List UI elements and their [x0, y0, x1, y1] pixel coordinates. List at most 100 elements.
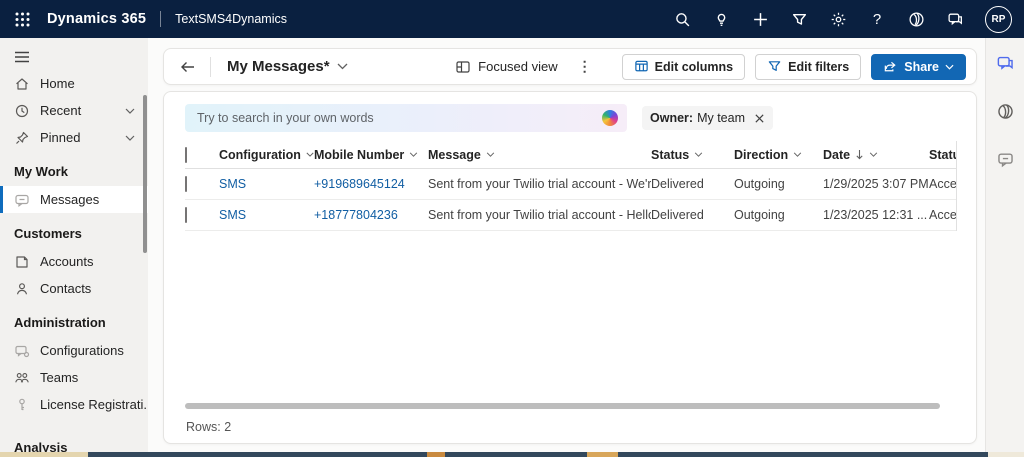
sidebar-item-configurations[interactable]: Configurations — [0, 337, 148, 364]
chevron-down-icon — [337, 63, 348, 70]
copilot-icon[interactable] — [602, 110, 618, 126]
column-label: Message — [428, 147, 481, 162]
page-title: My Messages* — [227, 58, 330, 75]
chevron-down-icon[interactable] — [125, 108, 135, 114]
owner-filter-tag[interactable]: Owner: My team — [642, 106, 773, 130]
taskbar-segment — [988, 452, 1024, 457]
taskbar-segment — [587, 452, 618, 457]
sidebar-item-recent[interactable]: Recent — [0, 97, 148, 124]
license-key-icon — [14, 397, 30, 413]
edit-filters-icon — [768, 61, 781, 71]
column-header-status[interactable]: Status — [651, 148, 734, 162]
taskbar-sliver — [0, 452, 1024, 457]
edit-columns-button[interactable]: Edit columns — [621, 53, 746, 80]
edit-columns-icon — [634, 60, 648, 72]
sidebar-item-contacts[interactable]: Contacts — [0, 275, 148, 302]
command-bar-actions: Focused view ⋮ Edit columns Edit filters — [455, 53, 966, 80]
back-button[interactable] — [164, 60, 210, 74]
conversations-pane-icon[interactable] — [996, 54, 1015, 73]
column-label: Direction — [734, 147, 789, 162]
row-checkbox[interactable] — [185, 207, 187, 223]
sitemap-collapse-icon[interactable] — [0, 38, 148, 70]
chevron-down-icon — [794, 152, 802, 157]
column-header-mobile-number[interactable]: Mobile Number — [314, 148, 428, 162]
chevron-down-icon — [695, 152, 703, 157]
date-cell: 1/29/2025 3:07 PM — [823, 177, 929, 191]
copilot-apps-icon[interactable] — [907, 10, 925, 28]
focused-view-label: Focused view — [478, 59, 558, 74]
mobile-number-link[interactable]: +18777804236 — [314, 208, 428, 222]
row-checkbox[interactable] — [185, 176, 187, 192]
topbar-divider — [160, 11, 162, 27]
edit-filters-button[interactable]: Edit filters — [755, 53, 862, 80]
copilot-pane-icon[interactable] — [996, 102, 1015, 121]
teams-icon — [14, 370, 30, 386]
command-bar-divider — [210, 56, 211, 77]
message-cell: Sent from your Twilio trial account - He… — [428, 208, 651, 222]
column-header-direction[interactable]: Direction — [734, 148, 823, 162]
close-icon[interactable] — [754, 113, 765, 124]
select-all-checkbox[interactable] — [185, 146, 187, 163]
sidebar-section-administration: Administration — [14, 315, 106, 330]
home-icon — [14, 76, 30, 92]
left-sidebar: Home Recent Pinned My Work Messages Cust… — [0, 38, 148, 452]
sidebar-item-home[interactable]: Home — [0, 70, 148, 97]
taskbar-segment — [88, 452, 427, 457]
help-icon[interactable]: ? — [868, 10, 886, 28]
column-header-date[interactable]: Date — [823, 148, 929, 162]
sidebar-item-label: Pinned — [40, 130, 81, 145]
column-label: Configuration — [219, 147, 301, 162]
sidebar-item-label: Home — [40, 76, 75, 91]
filter-tag-value: My team — [697, 111, 745, 125]
chevron-down-icon[interactable] — [125, 135, 135, 141]
view-selector[interactable]: My Messages* — [227, 58, 348, 75]
sidebar-item-license-registration[interactable]: License Registrati... — [0, 391, 148, 418]
app-subtitle[interactable]: TextSMS4Dynamics — [175, 12, 287, 26]
direction-cell: Outgoing — [734, 177, 785, 191]
column-header-configuration[interactable]: Configuration — [219, 148, 314, 162]
user-avatar[interactable]: RP — [985, 5, 1012, 33]
lightbulb-icon[interactable] — [712, 10, 730, 28]
more-commands-button[interactable]: ⋮ — [574, 58, 596, 75]
app-title[interactable]: Dynamics 365 — [47, 11, 146, 27]
waffle-menu-icon[interactable] — [15, 12, 30, 27]
column-header-message[interactable]: Message — [428, 148, 651, 162]
status-reason-cell: Accepted — [929, 208, 957, 222]
chevron-down-icon — [486, 152, 494, 157]
column-header-status-reason[interactable]: Status — [929, 148, 956, 162]
focused-view-button[interactable]: Focused view — [455, 59, 558, 75]
sidebar-section-analysis: Analysis — [14, 440, 68, 452]
edit-filters-label: Edit filters — [788, 59, 850, 74]
share-icon — [884, 61, 896, 72]
share-label: Share — [904, 59, 939, 74]
sidebar-item-accounts[interactable]: Accounts — [0, 248, 148, 275]
accounts-icon — [14, 254, 30, 270]
comments-pane-icon[interactable] — [996, 150, 1015, 169]
share-button[interactable]: Share — [871, 53, 966, 80]
plus-icon[interactable] — [751, 10, 769, 28]
sidebar-item-teams[interactable]: Teams — [0, 364, 148, 391]
table-row[interactable]: SMS +18777804236 Sent from your Twilio t… — [185, 200, 957, 231]
status-cell: Delivered — [651, 208, 704, 222]
filter-tag-key: Owner: — [650, 111, 694, 125]
sidebar-scrollbar[interactable] — [143, 95, 147, 253]
grid-table: Configuration Mobile Number Message Stat… — [185, 141, 957, 231]
smart-search-box[interactable] — [185, 104, 627, 132]
configuration-link[interactable]: SMS — [219, 208, 314, 222]
filter-icon[interactable] — [790, 10, 808, 28]
gear-icon[interactable] — [829, 10, 847, 28]
configuration-link[interactable]: SMS — [219, 177, 314, 191]
clock-icon — [14, 103, 30, 119]
mobile-number-link[interactable]: +919689645124 — [314, 177, 428, 191]
taskbar-segment — [0, 452, 88, 457]
taskbar-segment — [445, 452, 587, 457]
search-icon[interactable] — [673, 10, 691, 28]
table-row[interactable]: SMS +919689645124 Sent from your Twilio … — [185, 169, 956, 200]
sidebar-item-pinned[interactable]: Pinned — [0, 124, 148, 151]
date-cell: 1/23/2025 12:31 ... — [823, 208, 928, 222]
chevron-down-icon — [306, 152, 314, 157]
sidebar-item-messages[interactable]: Messages — [0, 186, 148, 213]
search-input[interactable] — [197, 111, 602, 125]
grid-empty-space — [164, 231, 976, 403]
feedback-chat-icon[interactable] — [946, 10, 964, 28]
